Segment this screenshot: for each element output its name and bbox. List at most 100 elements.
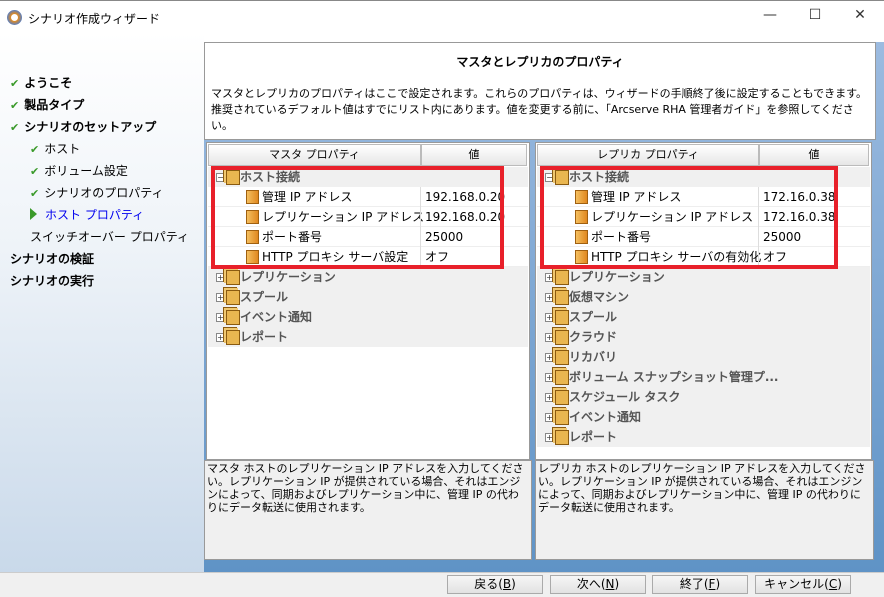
group-icon (226, 170, 240, 185)
header-description-1: マスタとレプリカのプロパティはここで設定されます。これらのプロパティは、ウィザー… (211, 87, 868, 100)
wizard-step-label: シナリオのプロパティ (44, 186, 164, 200)
property-value[interactable]: 192.168.0.20 (420, 187, 505, 207)
tree-group[interactable]: + 仮想マシン (537, 287, 870, 307)
group-label: ホスト接続 (569, 170, 630, 184)
property-row[interactable]: ポート番号 25000 (537, 227, 870, 247)
property-value[interactable]: 25000 (420, 227, 463, 247)
property-name: レプリケーション IP アドレス (262, 210, 425, 224)
maximize-button[interactable]: ☐ (800, 7, 830, 27)
wizard-step: ホスト プロパティ (30, 206, 144, 223)
property-name: HTTP プロキシ サーバの有効化 (591, 250, 762, 264)
header-description-2: 推奨されているデフォルト値はすでにリスト内にあります。値を変更する前に、「Arc… (211, 103, 854, 132)
tree-group[interactable]: + レポート (537, 427, 870, 447)
property-value[interactable]: 172.16.0.38 (758, 187, 836, 207)
expand-icon[interactable]: + (545, 393, 554, 402)
expand-icon[interactable]: + (545, 413, 554, 422)
tree-group[interactable]: + レプリケーション (208, 267, 528, 287)
tree-group[interactable]: + ボリューム スナップショット管理プ... (537, 367, 870, 387)
close-button[interactable]: ✕ (845, 7, 875, 27)
tree-group-host-connection[interactable]: − ホスト接続 (208, 167, 528, 187)
wizard-steps: ✔ ようこそ ✔ 製品タイプ ✔ シナリオのセットアップ ✔ ホスト ✔ ボリューム設定 ✔ シナリオ… (0, 32, 204, 572)
group-label: スプール (240, 290, 289, 304)
property-value[interactable]: 25000 (758, 227, 801, 247)
value-column-header[interactable]: 値 (421, 144, 527, 166)
group-label: イベント通知 (569, 410, 642, 424)
check-icon: ✔ (30, 165, 40, 178)
expand-icon[interactable]: + (216, 273, 225, 282)
property-icon (575, 230, 588, 244)
minimize-button[interactable]: — (755, 7, 785, 27)
tree-group[interactable]: + クラウド (537, 327, 870, 347)
expand-icon[interactable]: + (545, 353, 554, 362)
wizard-step: ✔ 製品タイプ (10, 96, 84, 113)
wizard-step: ✔ ホスト (30, 140, 80, 157)
tree-group[interactable]: + スプール (208, 287, 528, 307)
property-row[interactable]: 管理 IP アドレス 172.16.0.38 (537, 187, 870, 207)
expand-icon[interactable]: + (545, 373, 554, 382)
group-icon (555, 370, 569, 385)
master-description: マスタ ホストのレプリケーション IP アドレスを入力してください。レプリケーシ… (204, 460, 532, 560)
wizard-step: ✔ シナリオのプロパティ (30, 184, 164, 201)
property-icon (246, 210, 259, 224)
collapse-icon[interactable]: − (545, 173, 554, 182)
property-row[interactable]: 管理 IP アドレス 192.168.0.20 (208, 187, 528, 207)
expand-icon[interactable]: + (545, 293, 554, 302)
expand-icon[interactable]: + (545, 313, 554, 322)
property-row[interactable]: ポート番号 25000 (208, 227, 528, 247)
main-panel: マスタとレプリカのプロパティ マスタとレプリカのプロパティはここで設定されます。… (204, 42, 884, 572)
tree-group[interactable]: + スプール (537, 307, 870, 327)
tree-group[interactable]: + スケジュール タスク (537, 387, 870, 407)
property-icon (575, 190, 588, 204)
master-properties-panel: マスタ プロパティ 値 − ホスト接続 管理 IP アドレス 192.168.0.20 レ… (206, 142, 530, 460)
group-icon (555, 270, 569, 285)
property-name: ポート番号 (591, 230, 652, 244)
property-value[interactable]: 192.168.0.20 (420, 207, 505, 227)
property-tree: − ホスト接続管理 IP アドレス 172.16.0.38 レプリケーション IP ア… (537, 167, 870, 447)
next-button[interactable]: 次へ(N) (550, 575, 646, 594)
property-row[interactable]: レプリケーション IP アドレス 172.16.0.38 (537, 207, 870, 227)
expand-icon[interactable]: + (545, 433, 554, 442)
property-icon (246, 250, 259, 264)
property-value[interactable]: 172.16.0.38 (758, 207, 836, 227)
expand-icon[interactable]: + (216, 313, 225, 322)
property-row[interactable]: HTTP プロキシ サーバの有効化 オフ (537, 247, 870, 267)
property-column-header[interactable]: レプリカ プロパティ (537, 144, 759, 166)
property-name: 管理 IP アドレス (591, 190, 682, 204)
group-icon (555, 410, 569, 425)
finish-button[interactable]: 終了(F) (652, 575, 748, 594)
property-column-header[interactable]: マスタ プロパティ (208, 144, 421, 166)
current-step-arrow-icon (30, 208, 37, 220)
property-value[interactable]: オフ (420, 247, 449, 267)
property-icon (575, 250, 588, 264)
property-name: 管理 IP アドレス (262, 190, 353, 204)
title-bar: シナリオ作成ウィザード — ☐ ✕ (0, 0, 884, 32)
property-value[interactable]: オフ (758, 247, 787, 267)
expand-icon[interactable]: + (545, 333, 554, 342)
tree-group[interactable]: + イベント通知 (208, 307, 528, 327)
tree-group-host-connection[interactable]: − ホスト接続 (537, 167, 870, 187)
expand-icon[interactable]: + (216, 293, 225, 302)
tree-group[interactable]: + レポート (208, 327, 528, 347)
wizard-step-label: シナリオのセットアップ (24, 120, 157, 134)
tree-group[interactable]: + イベント通知 (537, 407, 870, 427)
property-name: HTTP プロキシ サーバ設定 (262, 250, 409, 264)
property-row[interactable]: レプリケーション IP アドレス 192.168.0.20 (208, 207, 528, 227)
wizard-step-label: 製品タイプ (24, 98, 85, 112)
property-tree: − ホスト接続 管理 IP アドレス 192.168.0.20 レプリケーション IP … (208, 167, 528, 347)
wizard-step-label: スイッチオーバー プロパティ (30, 230, 189, 244)
wizard-step-label: ようこそ (24, 76, 73, 90)
group-label: イベント通知 (240, 310, 313, 324)
wizard-step-label: ボリューム設定 (44, 164, 128, 178)
property-row[interactable]: HTTP プロキシ サーバ設定 オフ (208, 247, 528, 267)
tree-group[interactable]: + レプリケーション (537, 267, 870, 287)
value-column-header[interactable]: 値 (759, 144, 869, 166)
property-icon (246, 190, 259, 204)
back-button[interactable]: 戻る(B) (447, 575, 543, 594)
wizard-step: スイッチオーバー プロパティ (30, 228, 189, 245)
tree-group[interactable]: + リカバリ (537, 347, 870, 367)
expand-icon[interactable]: + (216, 333, 225, 342)
cancel-button[interactable]: キャンセル(C) (755, 575, 851, 594)
collapse-icon[interactable]: − (216, 173, 225, 182)
expand-icon[interactable]: + (545, 273, 554, 282)
group-label: 仮想マシン (569, 290, 630, 304)
